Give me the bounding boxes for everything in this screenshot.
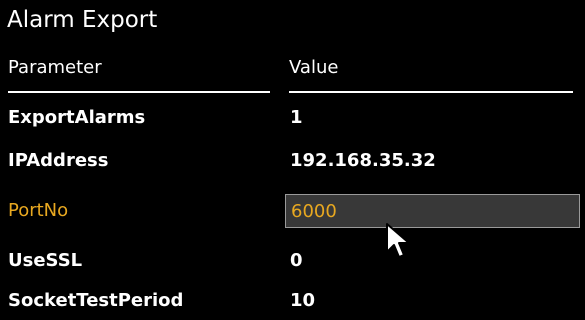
parameter-header-divider	[8, 91, 270, 93]
parameter-name: IPAddress	[8, 150, 109, 171]
table-row-portno[interactable]: PortNo	[0, 194, 585, 228]
alarm-export-panel: Alarm Export Parameter Value ExportAlarm…	[0, 0, 585, 320]
parameter-value[interactable]: 192.168.35.32	[290, 150, 436, 172]
parameter-name: UseSSL	[8, 250, 83, 271]
parameter-value[interactable]: 1	[290, 107, 303, 129]
value-header-divider	[289, 91, 573, 93]
parameter-value[interactable]: 10	[290, 290, 315, 312]
table-row-sockettestperiod[interactable]: SocketTestPeriod 10	[0, 285, 585, 315]
parameter-value[interactable]: 0	[290, 250, 303, 272]
table-row-exportalarms[interactable]: ExportAlarms 1	[0, 102, 585, 132]
value-column-header: Value	[289, 57, 339, 78]
panel-title: Alarm Export	[7, 7, 158, 33]
parameter-column-header: Parameter	[8, 57, 102, 78]
mouse-pointer-icon	[386, 223, 410, 258]
parameter-name: PortNo	[8, 200, 69, 221]
table-row-usessl[interactable]: UseSSL 0	[0, 245, 585, 275]
portno-value-input[interactable]	[285, 194, 580, 228]
parameter-name: ExportAlarms	[8, 107, 146, 128]
table-row-ipaddress[interactable]: IPAddress 192.168.35.32	[0, 145, 585, 175]
parameter-name: SocketTestPeriod	[8, 290, 184, 311]
